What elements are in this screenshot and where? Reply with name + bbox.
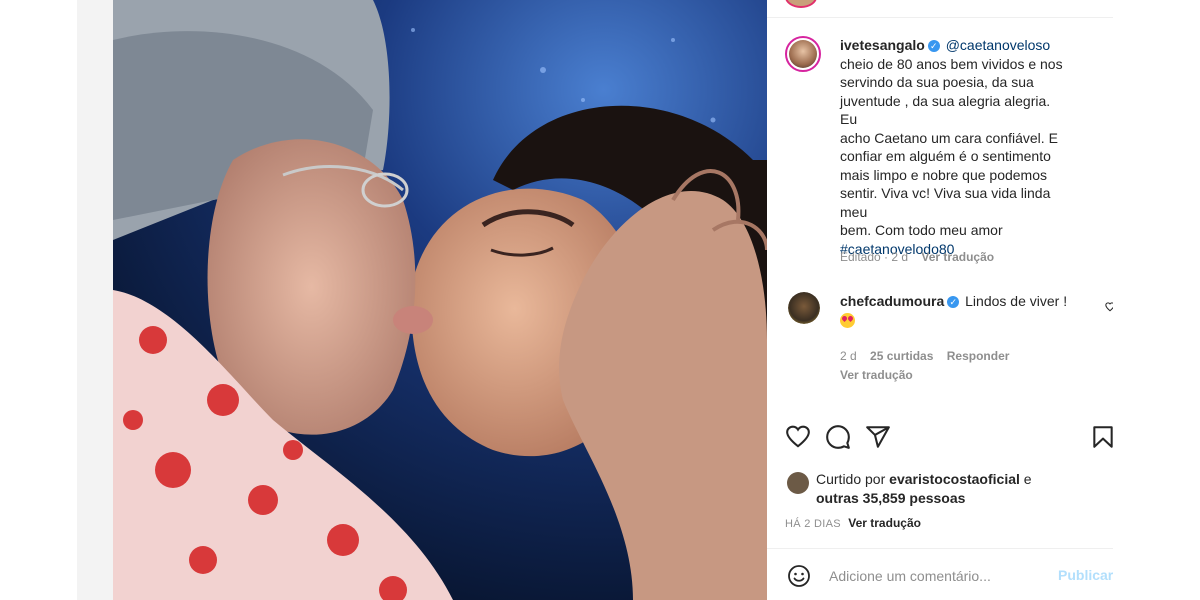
post-timestamp: HÁ 2 DIAS Ver tradução	[785, 516, 921, 530]
post-caption: ivetesangalo ✓ @caetanoveloso cheio de 80…	[840, 36, 1070, 258]
reply-button[interactable]: Responder	[947, 349, 1010, 363]
caption-line: sentir. Viva vc! Viva sua vida linda meu	[840, 185, 1051, 220]
caption-line: bem. Com todo meu amor	[840, 222, 1003, 238]
liked-by-username[interactable]: evaristocostaoficial	[889, 471, 1020, 487]
edited-time: 2 d	[891, 250, 909, 264]
share-icon[interactable]	[865, 424, 891, 450]
liked-by-conjunction: e	[1023, 471, 1032, 487]
caption-line: servindo da sua poesia, da sua	[840, 74, 1034, 90]
heart-eyes-emoji-icon	[840, 313, 855, 328]
post-photo[interactable]	[113, 0, 767, 600]
mention-link[interactable]: @caetanoveloso	[946, 37, 1051, 53]
page-side-strip	[77, 0, 113, 600]
comment-icon[interactable]	[825, 424, 851, 450]
caption-line: confiar em alguém é o sentimento	[840, 148, 1051, 164]
comment-likes-count[interactable]: 25 curtidas	[870, 349, 933, 363]
edited-label: Editado	[840, 250, 881, 264]
caption-line: juventude , da sua alegria alegria. Eu	[840, 92, 1051, 128]
comment-input[interactable]	[829, 566, 1039, 586]
page-background-right	[1113, 0, 1200, 600]
post-translate-link[interactable]: Ver tradução	[848, 516, 921, 530]
post-actions-bar	[785, 424, 1115, 452]
comment-time: 2 d	[840, 349, 857, 363]
commenter-avatar[interactable]	[788, 292, 820, 324]
comment-translate-link[interactable]: Ver tradução	[840, 368, 913, 382]
emoji-icon[interactable]	[787, 564, 811, 588]
caption-line: acho Caetano um cara confiável. E	[840, 129, 1058, 146]
caption-line: mais limpo e nobre que podemos	[840, 166, 1048, 183]
verified-badge-icon: ✓	[927, 40, 940, 52]
caption-meta: Editado · 2 d Ver tradução	[840, 250, 995, 264]
publish-button[interactable]: Publicar	[1058, 567, 1113, 583]
header-divider	[767, 17, 1113, 18]
liked-by-others[interactable]: outras 35,859 pessoas	[816, 490, 965, 506]
post-side-panel: ivetesangalo ✓ @caetanoveloso cheio de 80…	[767, 0, 1115, 600]
comment-text: Lindos de viver !	[965, 293, 1068, 309]
header-avatar[interactable]	[785, 0, 817, 8]
commenter-avatar-image	[788, 292, 820, 324]
timestamp-text[interactable]: HÁ 2 DIAS	[785, 518, 841, 530]
page-background-left	[0, 0, 77, 600]
comment-bar-divider	[767, 548, 1113, 549]
verified-badge-icon: ✓	[947, 296, 960, 308]
author-avatar[interactable]	[785, 36, 821, 72]
comment-meta: 2 d 25 curtidas Responder	[840, 349, 1009, 363]
comment-translate: Ver tradução	[840, 368, 913, 382]
caption-translate-link[interactable]: Ver tradução	[921, 250, 994, 264]
author-avatar-image	[789, 40, 817, 68]
liked-by-text: Curtido por evaristocostaoficial e outra…	[816, 470, 1076, 508]
author-username[interactable]: ivetesangalo	[840, 37, 925, 53]
post-photo-image	[113, 0, 767, 600]
caption-line: cheio de 80 anos bem vividos e nos	[840, 55, 1063, 72]
comment-body: chefcadumoura ✓ Lindos de viver !	[840, 291, 1070, 331]
heart-icon[interactable]	[785, 424, 811, 450]
commenter-username[interactable]: chefcadumoura	[840, 293, 944, 309]
liked-by-avatar[interactable]	[787, 472, 809, 494]
liked-by-prefix: Curtido por	[816, 471, 886, 487]
